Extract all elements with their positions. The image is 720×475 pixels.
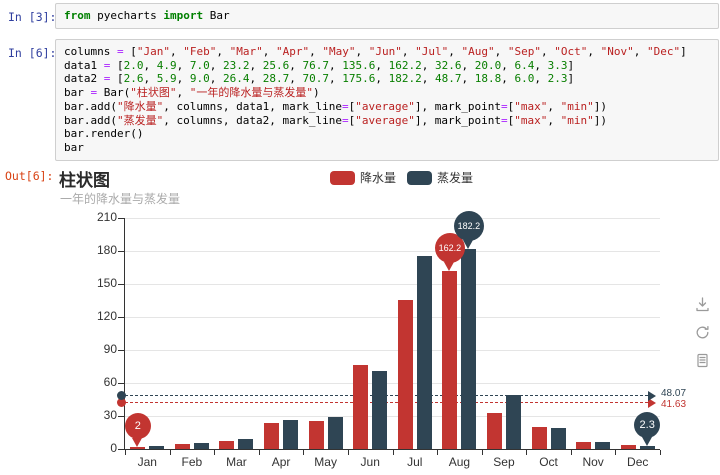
grid-line: [125, 383, 660, 384]
x-axis-label: Jun: [360, 455, 380, 469]
code-line: bar.render(): [64, 127, 144, 141]
bar-蒸发量-Nov[interactable]: [595, 442, 611, 449]
mark-point-max-蒸发量: 182.2: [453, 210, 484, 241]
code-line: data1 = [2.0, 4.9, 7.0, 23.2, 25.6, 76.7…: [64, 58, 575, 72]
bar-降水量-Oct[interactable]: [531, 427, 547, 449]
legend-label-rainfall: 降水量: [360, 171, 397, 185]
mark-point-tail-icon: [463, 239, 474, 249]
x-axis-label: May: [314, 455, 337, 469]
legend-item-evaporation[interactable]: 蒸发量: [407, 169, 473, 186]
notebook-page: In [3]: from pyecharts import Bar In [6]…: [0, 0, 720, 475]
chart-legend: 降水量 蒸发量: [330, 169, 473, 186]
y-axis-tick: [118, 218, 124, 219]
bar-蒸发量-Oct[interactable]: [550, 428, 566, 449]
y-axis-label: 90: [103, 342, 117, 356]
code-line: from pyecharts import Bar: [64, 9, 230, 22]
grid-line: [125, 317, 660, 318]
x-axis-label: Mar: [226, 455, 247, 469]
y-axis-tick: [118, 416, 124, 417]
mark-point-tail-icon: [444, 261, 455, 271]
y-axis-tick: [118, 251, 124, 252]
code-line: bar = Bar("柱状图", "一年的降水量与蒸发量"): [64, 86, 320, 100]
y-axis-label: 120: [96, 309, 117, 323]
code-line: data2 = [2.6, 5.9, 9.0, 26.4, 28.7, 70.7…: [64, 72, 575, 86]
bar-蒸发量-Jul[interactable]: [416, 255, 432, 449]
x-axis-label: Feb: [181, 455, 203, 469]
y-axis-tick: [118, 350, 124, 351]
bar-降水量-Apr[interactable]: [264, 423, 280, 449]
bar-降水量-Dec[interactable]: [620, 445, 636, 449]
y-axis-label: 180: [96, 243, 117, 257]
x-axis-label: Jan: [137, 455, 157, 469]
x-axis-label: Jul: [407, 455, 423, 469]
y-axis-label: 60: [103, 375, 117, 389]
code-line: columns = ["Jan", "Feb", "Mar", "Apr", "…: [64, 45, 687, 58]
bar-蒸发量-Sep[interactable]: [505, 395, 521, 449]
input-prompt: In [6]:: [8, 46, 57, 60]
bar-降水量-May[interactable]: [308, 420, 324, 449]
code-line: bar.add("蒸发量", columns, data2, mark_line…: [64, 113, 607, 127]
mark-line-average-label: 48.07: [661, 388, 687, 400]
input-prompt: In [3]:: [8, 10, 57, 24]
y-axis-tick: [118, 284, 124, 285]
grid-line: [125, 251, 660, 252]
y-axis-line: [124, 218, 125, 449]
y-axis-label: 150: [96, 276, 117, 290]
legend-swatch-rainfall-icon: [330, 170, 355, 185]
bar-蒸发量-Apr[interactable]: [283, 419, 299, 449]
y-axis-tick: [118, 317, 124, 318]
mark-line-arrow-icon: [648, 391, 656, 402]
chart-toolbox: [694, 296, 711, 369]
bar-蒸发量-Feb[interactable]: [193, 442, 209, 449]
bar-降水量-Jan[interactable]: [130, 446, 146, 449]
mark-line-average-label: 41.63: [661, 399, 687, 411]
bar-降水量-Jul[interactable]: [397, 299, 413, 449]
code-line: bar: [64, 140, 84, 154]
bar-降水量-Aug[interactable]: [442, 270, 458, 449]
save-as-image-icon[interactable]: [694, 296, 711, 313]
bar-降水量-Nov[interactable]: [576, 441, 592, 449]
x-axis-label: Sep: [493, 455, 515, 469]
mark-point-min-降水量: 2: [124, 412, 151, 439]
bar-蒸发量-Aug[interactable]: [461, 248, 477, 449]
restore-icon[interactable]: [694, 324, 711, 341]
code-line: bar.add("降水量", columns, data1, mark_line…: [64, 99, 607, 113]
x-axis-label: Oct: [539, 455, 558, 469]
mark-point-tail-icon: [132, 437, 143, 447]
bar-蒸发量-Jun[interactable]: [372, 371, 388, 449]
bar-蒸发量-Jan[interactable]: [149, 446, 165, 449]
bar-降水量-Feb[interactable]: [174, 443, 190, 449]
x-axis-tick: [660, 450, 661, 455]
y-axis-label: 30: [103, 408, 117, 422]
bar-蒸发量-May[interactable]: [327, 417, 343, 449]
bar-降水量-Sep[interactable]: [486, 413, 502, 449]
chart-title: 柱状图: [59, 171, 110, 190]
grid-line: [125, 284, 660, 285]
mark-point-tail-icon: [641, 437, 652, 447]
legend-swatch-evaporation-icon: [407, 170, 433, 185]
x-axis-label: Nov: [582, 455, 604, 469]
bar-降水量-Mar[interactable]: [219, 441, 235, 449]
grid-line: [125, 218, 660, 219]
bar-降水量-Jun[interactable]: [353, 364, 369, 449]
y-axis-label: 210: [96, 210, 117, 224]
bar-蒸发量-Mar[interactable]: [238, 439, 254, 449]
x-axis-label: Dec: [627, 455, 649, 469]
code-cell-input[interactable]: columns = ["Jan", "Feb", "Mar", "Apr", "…: [55, 39, 719, 161]
x-axis-label: Apr: [271, 455, 291, 469]
output-prompt: Out[6]:: [5, 169, 54, 183]
x-axis-label: Aug: [448, 455, 471, 469]
data-view-icon[interactable]: [694, 352, 711, 369]
bar-蒸发量-Dec[interactable]: [639, 446, 655, 449]
y-axis-tick: [118, 383, 124, 384]
legend-item-rainfall[interactable]: 降水量: [330, 169, 396, 186]
legend-label-evaporation: 蒸发量: [437, 171, 474, 185]
grid-line: [125, 350, 660, 351]
y-axis-label: 0: [110, 441, 117, 455]
mark-point-min-蒸发量: 2.3: [634, 412, 661, 439]
grid-line: [125, 416, 660, 417]
chart-subtitle: 一年的降水量与蒸发量: [60, 192, 181, 206]
code-cell-input[interactable]: from pyecharts import Bar: [55, 3, 719, 29]
